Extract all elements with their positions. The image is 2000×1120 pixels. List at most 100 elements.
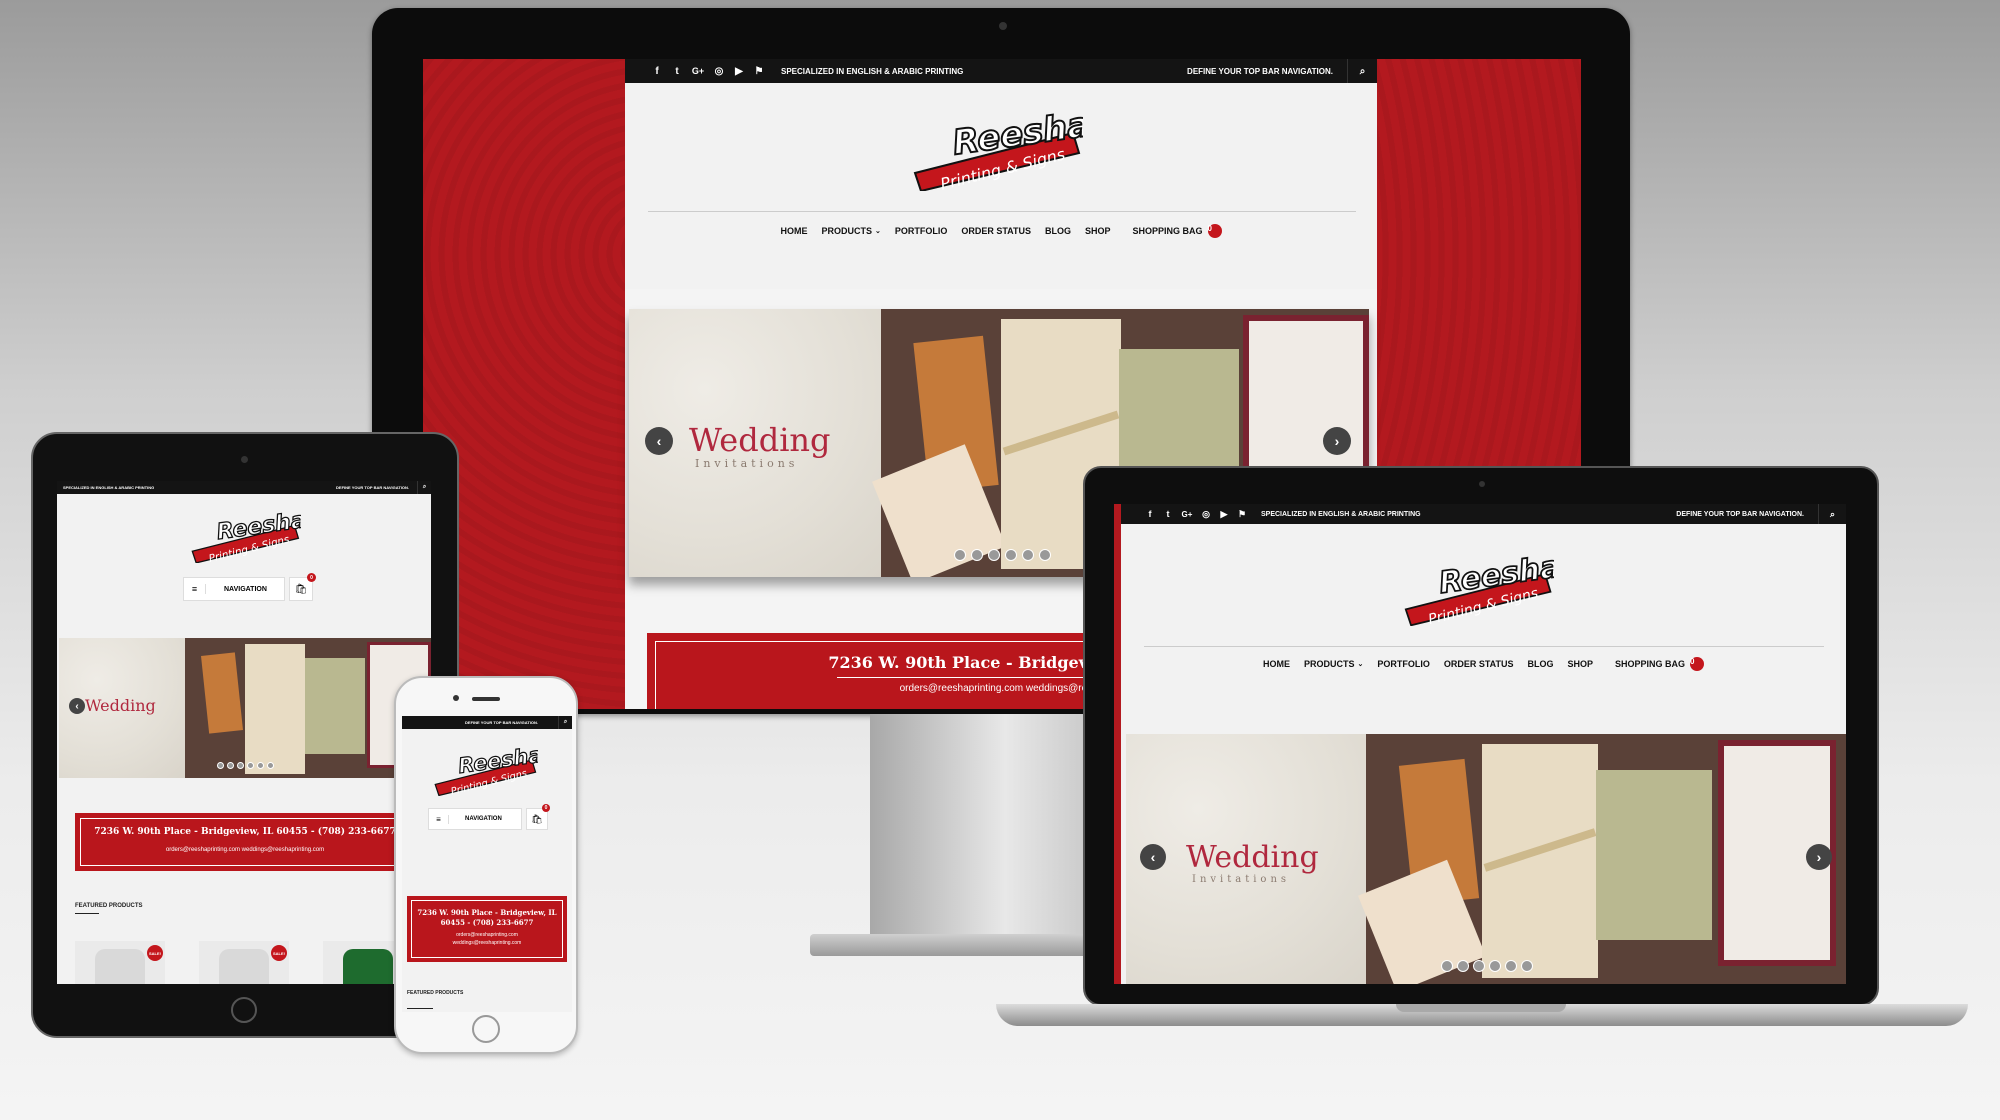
desktop-search-icon[interactable]: ⌕	[1347, 59, 1377, 83]
slider-dot[interactable]	[217, 762, 224, 769]
youtube-icon[interactable]: ▶	[1215, 509, 1233, 520]
foursquare-icon[interactable]: ⚑	[749, 66, 769, 77]
slide-title: Wedding	[1186, 840, 1319, 875]
slider-prev-arrow[interactable]: ‹	[1140, 844, 1166, 870]
nav-order-status[interactable]: ORDER STATUS	[961, 226, 1031, 236]
google-plus-icon[interactable]: G+	[1177, 510, 1197, 519]
slider-dot[interactable]	[988, 549, 1000, 561]
phone-contact-banner: 7236 W. 90th Place - Bridgeview, IL 6045…	[407, 896, 567, 962]
product-card[interactable]: SALE!	[199, 941, 289, 984]
nav-shop[interactable]: SHOP	[1085, 226, 1111, 236]
phone-home-button[interactable]	[472, 1015, 500, 1043]
tablet-logo[interactable]: Reesha Printing & Signs	[191, 507, 308, 565]
slider-dot[interactable]	[1022, 549, 1034, 561]
slider-dot[interactable]	[1505, 960, 1517, 972]
logo-graphic: Reesha Printing & Signs	[913, 104, 1093, 194]
tablet-search-icon[interactable]: ⌕	[417, 481, 431, 494]
slide-title: Wedding	[85, 696, 156, 715]
slider-dot[interactable]	[1441, 960, 1453, 972]
slider-dot[interactable]	[1473, 960, 1485, 972]
phone-nav-toggle[interactable]: ≡ NAVIGATION	[428, 808, 522, 830]
slider-dot[interactable]	[954, 549, 966, 561]
slider-dot[interactable]	[247, 762, 254, 769]
desktop-topbar: f t G+ ◎ ▶ ⚑ SPECIALIZED IN ENGLISH & AR…	[625, 59, 1377, 83]
slider-dot[interactable]	[257, 762, 264, 769]
hamburger-icon: ≡	[429, 814, 449, 824]
desktop-social-icons: f t G+ ◎ ▶ ⚑	[647, 66, 769, 77]
laptop-topbar-nav-note[interactable]: DEFINE YOUR TOP BAR NAVIGATION.	[1676, 511, 1804, 518]
desktop-logo[interactable]: Reesha Printing & Signs	[913, 104, 1093, 194]
instagram-icon[interactable]: ◎	[709, 66, 729, 77]
slider-dots[interactable]	[217, 762, 274, 769]
featured-underline	[407, 1008, 433, 1009]
slider-dot[interactable]	[1039, 549, 1051, 561]
slider-dot[interactable]	[1457, 960, 1469, 972]
laptop-logo[interactable]: Reesha Printing & Signs	[1404, 549, 1563, 628]
twitter-icon[interactable]: t	[1159, 509, 1177, 519]
tshirt-white-image	[95, 949, 145, 984]
tablet-nav-toggle[interactable]: ≡ NAVIGATION	[183, 577, 285, 601]
tablet-camera	[241, 456, 248, 463]
slider-prev-arrow[interactable]: ‹	[645, 427, 673, 455]
phone-logo[interactable]: Reesha Printing & Signs	[434, 742, 544, 798]
nav-portfolio[interactable]: PORTFOLIO	[895, 226, 948, 236]
phone-search-icon[interactable]: ⌕	[558, 716, 572, 729]
slider-prev-arrow[interactable]: ‹	[69, 698, 85, 714]
shopping-bag-icon: 🛍	[531, 813, 543, 824]
nav-blog[interactable]: BLOG	[1528, 659, 1554, 669]
nav-portfolio[interactable]: PORTFOLIO	[1377, 659, 1430, 669]
facebook-icon[interactable]: f	[647, 66, 667, 77]
nav-home[interactable]: HOME	[780, 226, 807, 236]
tablet-topbar: SPECIALIZED IN ENGLISH & ARABIC PRINTING…	[57, 481, 431, 494]
contact-email1[interactable]: orders@reeshaprinting.com	[407, 932, 567, 938]
desktop-topbar-nav-note[interactable]: DEFINE YOUR TOP BAR NAVIGATION.	[1187, 67, 1333, 76]
tablet-screen: SPECIALIZED IN ENGLISH & ARABIC PRINTING…	[57, 481, 431, 984]
contact-emails[interactable]: orders@reeshaprinting.com weddings@reesh…	[75, 847, 415, 853]
slider-dot[interactable]	[1489, 960, 1501, 972]
slider-dot[interactable]	[237, 762, 244, 769]
slider-dot[interactable]	[267, 762, 274, 769]
nav-order-status[interactable]: ORDER STATUS	[1444, 659, 1514, 669]
nav-blog[interactable]: BLOG	[1045, 226, 1071, 236]
google-plus-icon[interactable]: G+	[687, 66, 709, 76]
contact-address-line2: 60455 - (708) 233-6677	[440, 918, 534, 927]
slide-subtitle: Invitations	[695, 457, 799, 470]
tablet-home-button[interactable]	[231, 997, 257, 1023]
product-card[interactable]: SALE!	[75, 941, 165, 984]
slider-dot[interactable]	[1005, 549, 1017, 561]
youtube-icon[interactable]: ▶	[729, 66, 749, 77]
foursquare-icon[interactable]: ⚑	[1233, 509, 1251, 520]
slide-invitation-cards	[1358, 734, 1846, 984]
slider-dot[interactable]	[227, 762, 234, 769]
slider-dot[interactable]	[971, 549, 983, 561]
slider-next-arrow[interactable]: ›	[1323, 427, 1351, 455]
laptop-screen: f t G+ ◎ ▶ ⚑ SPECIALIZED IN ENGLISH & AR…	[1114, 504, 1846, 984]
imac-camera	[999, 22, 1007, 30]
laptop-hero-slider[interactable]: Wedding Invitations ‹ ›	[1126, 734, 1846, 984]
phone-featured-title: FEATURED PRODUCTS	[407, 990, 464, 996]
nav-shopping-bag[interactable]: SHOPPING BAG	[1133, 226, 1203, 236]
laptop-search-icon[interactable]: ⌕	[1818, 504, 1846, 524]
instagram-icon[interactable]: ◎	[1197, 509, 1215, 520]
phone-topbar-nav-note[interactable]: DEFINE YOUR TOP BAR NAVIGATION.	[465, 720, 538, 725]
twitter-icon[interactable]: t	[667, 66, 687, 77]
phone-screen: DEFINE YOUR TOP BAR NAVIGATION. ⌕ Reesha…	[402, 716, 572, 1012]
contact-email2[interactable]: weddings@reeshaprinting.com	[407, 940, 567, 946]
laptop-social-icons: f t G+ ◎ ▶ ⚑	[1141, 509, 1251, 520]
bag-count-badge: 0	[307, 573, 316, 582]
nav-products[interactable]: PRODUCTS	[1304, 659, 1355, 669]
nav-home[interactable]: HOME	[1263, 659, 1290, 669]
tablet-topbar-nav-note[interactable]: DEFINE YOUR TOP BAR NAVIGATION.	[336, 485, 409, 490]
nav-products[interactable]: PRODUCTS	[821, 226, 872, 236]
slider-dot[interactable]	[1521, 960, 1533, 972]
tablet-hero-slider[interactable]: Wedding ‹	[59, 638, 431, 778]
slider-dots[interactable]	[1441, 960, 1533, 972]
nav-shop[interactable]: SHOP	[1568, 659, 1594, 669]
phone-camera	[453, 695, 459, 701]
slider-dots[interactable]	[954, 549, 1051, 561]
contact-inner-border	[80, 818, 410, 866]
facebook-icon[interactable]: f	[1141, 509, 1159, 519]
bag-count-badge: 0	[542, 804, 550, 812]
nav-shopping-bag[interactable]: SHOPPING BAG	[1615, 659, 1685, 669]
slider-next-arrow[interactable]: ›	[1806, 844, 1832, 870]
